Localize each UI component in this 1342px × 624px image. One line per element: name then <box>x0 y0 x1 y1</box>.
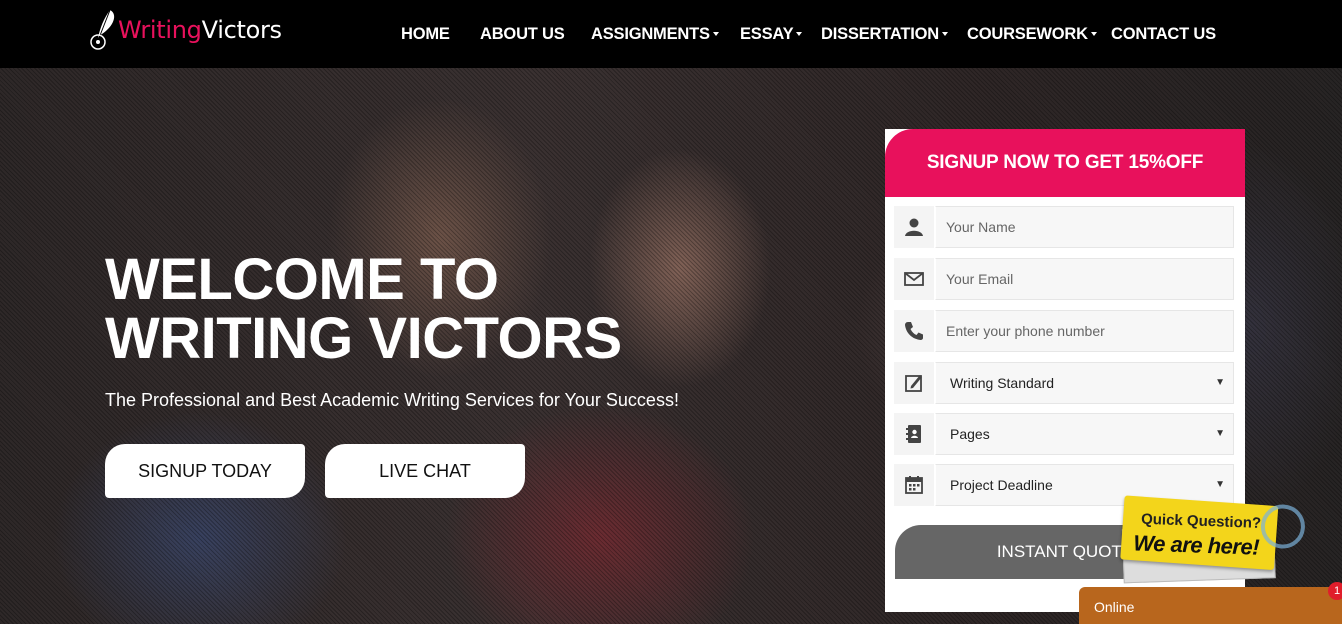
nav-assignments[interactable]: ASSIGNMENTS <box>591 25 719 44</box>
signup-today-button[interactable]: SIGNUP TODAY <box>105 444 305 498</box>
nav-dissertation[interactable]: DISSERTATION <box>821 25 948 44</box>
we-are-here-text: We are here! <box>1133 530 1260 560</box>
writing-standard-select[interactable]: Writing Standard ▼ <box>935 362 1234 404</box>
top-navbar: WritingVictors HOME ABOUT US ASSIGNMENTS… <box>0 0 1342 68</box>
hero-title-line-2: WRITING VICTORS <box>105 306 622 371</box>
main-nav: HOME ABOUT US ASSIGNMENTS ESSAY DISSERTA… <box>0 0 1342 68</box>
contact-book-icon <box>894 413 935 455</box>
online-status: Online <box>1094 599 1135 615</box>
phone-field-group <box>894 310 1234 352</box>
hero-title-line-1: WELCOME TO <box>105 247 499 312</box>
caret-down-icon <box>1090 31 1097 36</box>
nav-contact-us[interactable]: CONTACT US <box>1111 25 1216 44</box>
email-input[interactable] <box>936 259 1233 299</box>
dropdown-arrow-icon: ▼ <box>1215 428 1225 439</box>
notification-badge: 1 <box>1328 582 1342 600</box>
phone-input[interactable] <box>936 311 1233 351</box>
email-field-group <box>894 258 1234 300</box>
nav-coursework[interactable]: COURSEWORK <box>967 25 1097 44</box>
dropdown-arrow-icon: ▼ <box>1215 377 1225 388</box>
pages-select[interactable]: Pages ▼ <box>935 413 1234 455</box>
nav-essay[interactable]: ESSAY <box>740 25 803 44</box>
user-icon <box>894 206 935 248</box>
quick-question-note: Quick Question? We are here! <box>1120 495 1279 571</box>
pages-value: Pages <box>950 426 990 442</box>
quick-question-badge[interactable]: Quick Question? We are here! <box>1116 493 1307 584</box>
envelope-icon <box>894 258 935 300</box>
writing-standard-field-group: Writing Standard ▼ <box>894 362 1234 404</box>
caret-down-icon <box>712 31 719 36</box>
name-input[interactable] <box>936 207 1233 247</box>
calendar-icon <box>894 464 935 506</box>
caret-down-icon <box>796 31 803 36</box>
online-chat-bar[interactable]: Online <box>1079 587 1342 624</box>
nav-home[interactable]: HOME <box>401 25 450 44</box>
hero-subtitle: The Professional and Best Academic Writi… <box>105 390 679 410</box>
edit-icon <box>894 362 935 404</box>
caret-down-icon <box>942 31 948 36</box>
live-chat-button[interactable]: LIVE CHAT <box>325 444 525 498</box>
pages-field-group: Pages ▼ <box>894 413 1234 455</box>
name-field-group <box>894 206 1234 248</box>
nav-about-us[interactable]: ABOUT US <box>480 25 565 44</box>
phone-icon <box>894 310 935 352</box>
quick-question-text: Quick Question? <box>1140 510 1262 532</box>
writing-standard-value: Writing Standard <box>950 375 1055 391</box>
signup-form-heading: SIGNUP NOW TO GET 15%OFF <box>885 129 1245 197</box>
hero-title: WELCOME TO WRITING VICTORS <box>105 250 622 368</box>
